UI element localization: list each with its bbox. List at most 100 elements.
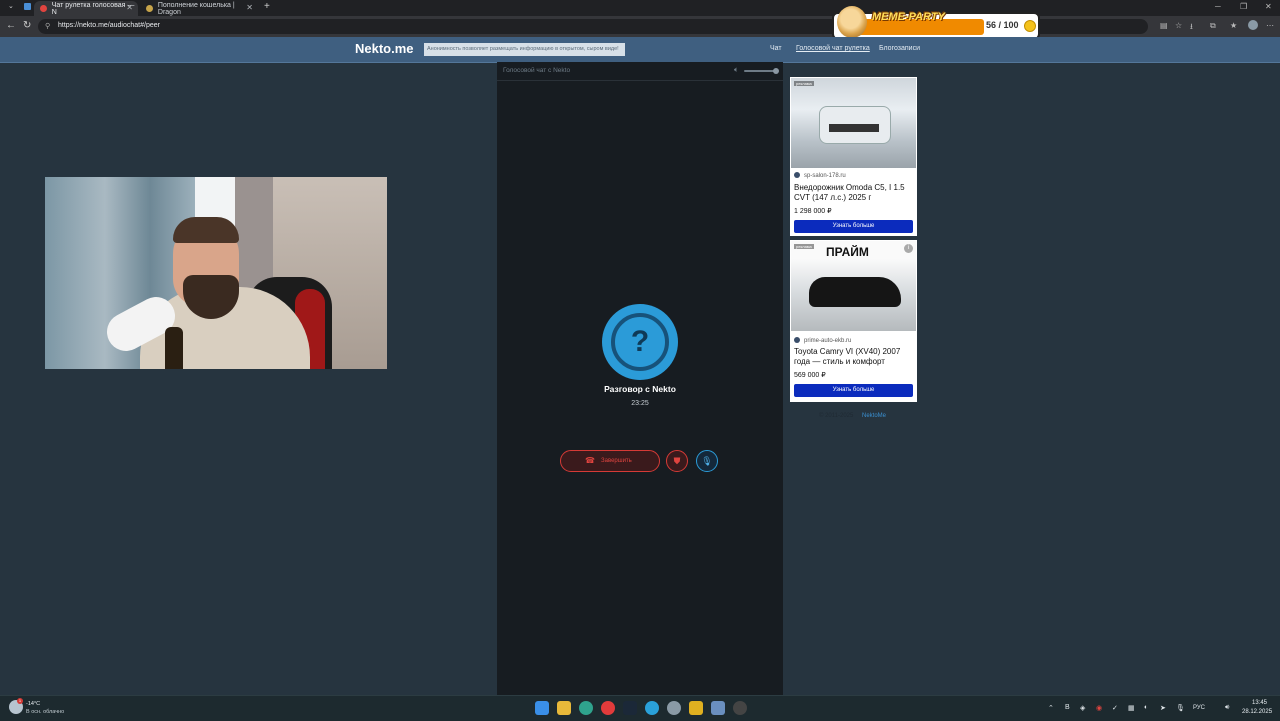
edge-icon[interactable] [579,701,593,715]
clock-time[interactable]: 13:45 [1252,700,1267,706]
ad-domain-text: prime-auto-ekb.ru [804,338,852,344]
bookmark-star-icon[interactable]: ☆ [1175,21,1182,30]
close-tab-icon[interactable]: ✕ [246,3,253,12]
tab-title: Пополнение кошелька | Dragon [157,1,235,16]
ad-domain: prime-auto-ekb.ru [794,337,851,344]
ad-card[interactable]: ПРАЙМ реклама i prime-auto-ekb.ru Toyota… [790,240,917,402]
car-shape [809,277,901,307]
end-call-label: Завершить [601,458,632,464]
app-icon[interactable] [689,701,703,715]
call-timer: 23:25 [631,400,649,407]
person-hair [173,217,239,243]
nav-voice-chat[interactable]: Голосовой чат рулетка [796,45,870,52]
steam-icon[interactable] [623,701,637,715]
url-text: https://nekto.me/audiochat#/peer [58,22,160,29]
extensions-icon[interactable]: ⧉ [1210,21,1216,31]
footer-link[interactable]: NektoMe [862,413,886,419]
weather-temp: -14°C [26,701,41,707]
tab-dragon[interactable]: Пополнение кошелька | Dragon ✕ [140,1,258,16]
mic-tray-icon[interactable]: 🎙︎ [1176,704,1185,712]
bottle [165,327,183,369]
dragon-favicon-icon [146,5,153,12]
browser-tab-strip: ⌄ Чат рулетка голосовая — N ✕ Пополнение… [0,0,1280,16]
show-hidden-icons[interactable]: ⌃ [1048,704,1054,712]
report-shield-button[interactable]: ⛊ [666,450,688,472]
telegram-tray-icon[interactable]: ➤ [1160,704,1166,712]
site-logo[interactable]: Nekto.me [355,41,414,56]
reader-mode-icon[interactable]: ▤ [1160,21,1168,30]
tray-app-icon[interactable]: B [1065,704,1070,711]
site-info-icon[interactable]: ⚲ [45,22,50,30]
tray-app-icon[interactable]: ◉ [1096,704,1102,712]
nav-chat[interactable]: Чат [770,45,782,52]
info-icon[interactable]: i [904,244,913,253]
nekto-page: Nekto.me Анонимность позволяет размещать… [0,37,1280,695]
nav-blog[interactable]: Блогозаписи [879,45,920,52]
tray-app-icon[interactable]: ✓ [1112,704,1118,712]
meme-party-widget: MEME-PARTY 56 / 100 [832,6,1040,40]
speaker-icon[interactable]: 🔈︎ [734,65,739,75]
settings-icon[interactable] [667,701,681,715]
profile-avatar[interactable] [1248,20,1258,30]
reload-icon[interactable]: ↻ [23,20,31,31]
chat-header: Голосовой чат с Nekto 🔈︎ [497,62,783,81]
telegram-icon[interactable] [645,701,659,715]
ad-image[interactable]: ПРАЙМ реклама i [791,241,916,331]
mute-mic-button[interactable]: 🎙︎ [696,450,718,472]
anonymity-notice: Анонимность позволяет размещать информац… [424,43,625,56]
ad-learn-more-button[interactable]: Узнать больше [794,220,913,233]
ad-card[interactable]: реклама sp-salon-178.ru Внедорожник Omod… [790,77,917,236]
meme-party-title: MEME-PARTY [872,11,945,23]
ad-tag: реклама [794,244,814,249]
end-call-button[interactable]: ☎ Завершить [560,450,660,472]
site-header: Nekto.me Анонимность позволяет размещать… [0,37,1280,63]
language-indicator[interactable]: РУС [1193,705,1205,711]
ad-image[interactable]: реклама [791,78,916,168]
menu-icon[interactable]: ⋯ [1266,21,1274,30]
ad-brand: ПРАЙМ [826,245,869,259]
taskbar: 1 -14°C В осн. облачно ⌃ B ◈ ◉ ✓ ▦ ◐ ➤ 🎙… [0,695,1280,721]
maximize-icon[interactable]: ❐ [1240,2,1247,11]
close-window-icon[interactable]: ✕ [1265,2,1272,11]
car-grille [829,124,879,132]
tab-nekto[interactable]: Чат рулетка голосовая — N ✕ [34,1,138,16]
tray-app-icon[interactable]: ◐ [1144,704,1148,711]
close-tab-icon[interactable]: ✕ [126,3,133,12]
question-mark-icon: ? [611,313,669,371]
obs-icon[interactable] [733,701,747,715]
tab-search-icon[interactable]: ⌄ [8,2,14,10]
weather-desc: В осн. облачно [26,709,65,715]
copyright-text: © 2011-2025 [819,413,854,419]
weather-badge: 1 [17,698,23,704]
ad-title[interactable]: Внедорожник Omoda C5, I 1.5 CVT (147 л.с… [794,183,914,203]
ad-learn-more-button[interactable]: Узнать больше [794,384,913,397]
ad-tag: реклама [794,81,814,86]
tab-title: Чат рулетка голосовая — N [51,1,135,16]
ad-source-icon [794,337,800,343]
tray-app-icon[interactable]: ◈ [1080,704,1085,712]
nekto-favicon-icon [40,5,47,12]
peer-name: Разговор с Nekto [604,384,676,394]
ad-domain: sp-salon-178.ru [794,172,846,179]
tab-actions-icon[interactable] [24,3,31,10]
coin-icon [1024,20,1036,32]
downloads-icon[interactable]: ⭳ [1190,21,1193,35]
app-icon[interactable] [711,701,725,715]
volume-tray-icon[interactable]: 🔊︎ [1225,704,1229,712]
chat-header-title: Голосовой чат с Nekto [503,67,571,74]
yandex-browser-icon[interactable] [601,701,615,715]
peer-avatar: ? [602,304,678,380]
favorites-icon[interactable]: ★ [1230,21,1237,30]
minimize-icon[interactable]: ─ [1215,2,1221,11]
clock-date[interactable]: 28.12.2025 [1242,709,1272,715]
start-icon[interactable] [535,701,549,715]
file-explorer-icon[interactable] [557,701,571,715]
tray-app-icon[interactable]: ▦ [1128,704,1135,712]
ad-title[interactable]: Toyota Camry VI (XV40) 2007 года — стиль… [794,347,914,367]
new-tab-button[interactable]: + [264,1,270,12]
back-icon[interactable]: ← [6,20,16,31]
ad-price: 1 298 000 ₽ [794,208,832,215]
meme-party-count: 56 / 100 [986,20,1019,30]
volume-slider-knob[interactable] [773,68,779,74]
voice-chat-panel: Голосовой чат с Nekto 🔈︎ ? Разговор с Ne… [497,62,783,695]
